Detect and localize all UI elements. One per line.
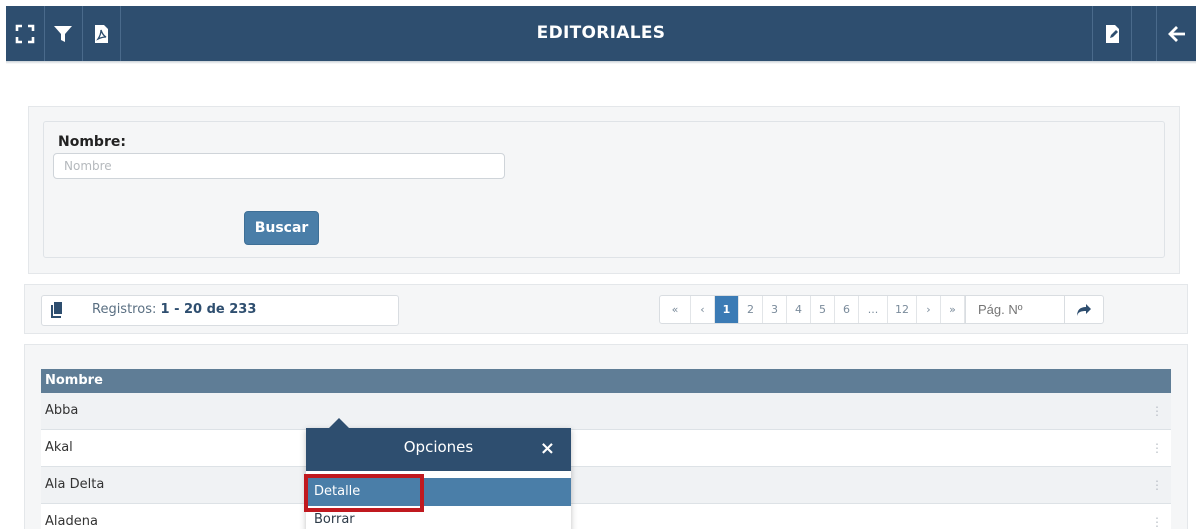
row-name: Abba xyxy=(45,403,79,418)
page-number-input[interactable] xyxy=(965,296,1065,323)
nombre-label: Nombre: xyxy=(58,134,126,150)
page-ellipsis: ... xyxy=(859,296,888,323)
page-4-button[interactable]: 4 xyxy=(787,296,811,323)
close-icon[interactable]: × xyxy=(540,438,555,459)
table-row[interactable]: Ala Delta ⋮ xyxy=(41,467,1171,504)
page-3-button[interactable]: 3 xyxy=(763,296,787,323)
buscar-button[interactable]: Buscar xyxy=(244,211,319,245)
popup-header: Opciones × xyxy=(306,428,571,471)
go-page-icon[interactable] xyxy=(1065,296,1103,323)
page-title: EDITORIALES xyxy=(536,23,666,43)
page-6-button[interactable]: 6 xyxy=(835,296,859,323)
row-menu-icon[interactable]: ⋮ xyxy=(1151,430,1163,466)
records-prefix: Registros: xyxy=(92,302,157,317)
records-range: 1 - 20 de 233 xyxy=(160,302,257,317)
popup-arrow xyxy=(329,418,349,428)
records-box: Registros: 1 - 20 de 233 xyxy=(41,295,399,326)
search-form: Nombre: Buscar xyxy=(43,121,1165,258)
row-name: Akal xyxy=(45,440,73,455)
first-page-button[interactable]: « xyxy=(660,296,691,323)
results-panel: Nombre Abba ⋮ Akal ⋮ Ala Delta ⋮ Aladena… xyxy=(24,344,1188,529)
table-row[interactable]: Abba ⋮ xyxy=(41,393,1171,430)
prev-page-button[interactable]: ‹ xyxy=(691,296,715,323)
top-bar: EDITORIALES xyxy=(6,6,1196,61)
table-row[interactable]: Akal ⋮ xyxy=(41,430,1171,467)
nombre-input[interactable] xyxy=(53,153,505,179)
pagination: « ‹ 1 2 3 4 5 6 ... 12 › » xyxy=(659,295,1104,324)
records-toolbar: Registros: 1 - 20 de 233 « ‹ 1 2 3 4 5 6… xyxy=(24,284,1188,334)
edit-document-icon[interactable] xyxy=(1092,6,1132,61)
highlight-box xyxy=(304,474,424,512)
app-frame: EDITORIALES Nombre: Buscar Registros: 1 … xyxy=(6,6,1196,529)
page-1-button[interactable]: 1 xyxy=(715,296,739,323)
row-name: Ala Delta xyxy=(45,477,105,492)
table-row[interactable]: Aladena ⋮ xyxy=(41,504,1171,529)
records-count: Registros: 1 - 20 de 233 xyxy=(92,296,256,324)
copy-icon[interactable] xyxy=(50,302,64,318)
row-menu-icon[interactable]: ⋮ xyxy=(1151,393,1163,429)
topbar-shadow xyxy=(6,61,1196,64)
results-table: Nombre Abba ⋮ Akal ⋮ Ala Delta ⋮ Aladena… xyxy=(41,369,1171,529)
next-page-button[interactable]: › xyxy=(917,296,941,323)
row-name: Aladena xyxy=(45,514,98,529)
row-menu-icon[interactable]: ⋮ xyxy=(1151,504,1163,529)
page-2-button[interactable]: 2 xyxy=(739,296,763,323)
arrow-left-icon[interactable] xyxy=(1156,6,1196,61)
last-page-button[interactable]: » xyxy=(941,296,965,323)
row-menu-icon[interactable]: ⋮ xyxy=(1151,467,1163,503)
page-12-button[interactable]: 12 xyxy=(888,296,917,323)
column-header-nombre[interactable]: Nombre xyxy=(41,369,1171,393)
page-5-button[interactable]: 5 xyxy=(811,296,835,323)
popup-title: Opciones xyxy=(403,438,474,456)
search-panel: Nombre: Buscar xyxy=(28,106,1180,274)
